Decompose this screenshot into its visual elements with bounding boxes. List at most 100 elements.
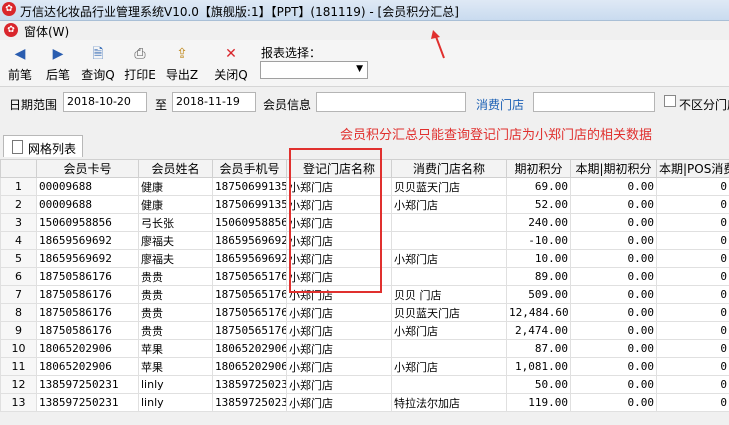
table-cell[interactable]: 小郑门店 (391, 195, 507, 214)
menu-window[interactable]: 窗体(W) (24, 23, 69, 40)
table-cell[interactable]: 健康 (138, 177, 213, 196)
column-header-register-store[interactable]: 登记门店名称 (286, 159, 392, 178)
date-from-field[interactable]: 2018-10-20 (63, 92, 147, 112)
table-cell[interactable]: 50.00 (506, 375, 571, 394)
table-cell[interactable]: 廖福夫 (138, 231, 213, 250)
table-cell[interactable]: 小郑门店 (286, 303, 392, 322)
export-button[interactable]: ⇪ 导出Z (164, 44, 200, 84)
table-cell[interactable]: 0 (656, 321, 729, 340)
table-cell[interactable]: 18750565176 (212, 321, 287, 340)
table-cell[interactable]: 小郑门店 (286, 393, 392, 412)
table-cell[interactable]: 0.00 (570, 375, 657, 394)
table-row[interactable]: 1 00009688 健康 18750699135 小郑门店 贝贝蓝天门店 69.00 0.0… (0, 177, 729, 196)
close-button[interactable]: ✕ 关闭Q (213, 44, 249, 84)
table-cell[interactable]: 苹果 (138, 357, 213, 376)
table-cell[interactable]: 0 (656, 249, 729, 268)
table-cell[interactable]: 弓长张 (138, 213, 213, 232)
table-cell[interactable]: 小郑门店 (286, 321, 392, 340)
table-cell[interactable]: 0 (656, 267, 729, 286)
table-cell[interactable]: 小郑门店 (286, 375, 392, 394)
column-header-opening-points[interactable]: 期初积分 (506, 159, 571, 178)
table-row[interactable]: 2 00009688 健康 18750699135 小郑门店 小郑门店 52.00 0.00 0 (0, 195, 729, 214)
table-cell[interactable]: 0.00 (570, 393, 657, 412)
member-info-field[interactable] (316, 92, 466, 112)
table-cell[interactable]: 廖福夫 (138, 249, 213, 268)
row-index-cell[interactable]: 13 (0, 393, 37, 412)
table-cell[interactable]: 0.00 (570, 339, 657, 358)
table-cell[interactable]: 0 (656, 357, 729, 376)
table-cell[interactable]: 18750586176 (36, 321, 139, 340)
print-button[interactable]: ⎙ 打印E (122, 44, 158, 84)
table-cell[interactable]: 小郑门店 (286, 195, 392, 214)
table-row[interactable]: 12 138597250231 linly 13859725023 小郑门店 50.00 0… (0, 375, 729, 394)
table-cell[interactable]: 小郑门店 (286, 213, 392, 232)
table-cell[interactable]: 18659569692 (212, 231, 287, 250)
table-cell[interactable]: 18750586176 (36, 285, 139, 304)
table-cell[interactable]: 0.00 (570, 357, 657, 376)
table-cell[interactable]: 贵贵 (138, 321, 213, 340)
column-header-member-name[interactable]: 会员姓名 (138, 159, 213, 178)
table-cell[interactable]: 0.00 (570, 303, 657, 322)
query-button[interactable]: 🗎 查询Q (80, 44, 116, 84)
row-index-cell[interactable]: 2 (0, 195, 37, 214)
table-cell[interactable]: 小郑门店 (286, 177, 392, 196)
table-cell[interactable]: 509.00 (506, 285, 571, 304)
table-cell[interactable]: 13859725023 (212, 375, 287, 394)
store-link[interactable]: 消费门店 (476, 96, 524, 113)
table-cell[interactable]: 贝贝 门店 (391, 285, 507, 304)
table-cell[interactable]: 18659569692 (212, 249, 287, 268)
table-cell[interactable]: 18659569692 (36, 231, 139, 250)
table-cell[interactable]: 0.00 (570, 231, 657, 250)
row-index-cell[interactable]: 5 (0, 249, 37, 268)
table-cell[interactable]: 贝贝蓝天门店 (391, 177, 507, 196)
table-cell[interactable] (391, 375, 507, 394)
table-cell[interactable]: 138597250231 (36, 375, 139, 394)
table-cell[interactable]: 苹果 (138, 339, 213, 358)
table-cell[interactable]: 健康 (138, 195, 213, 214)
table-cell[interactable]: linly (138, 375, 213, 394)
table-cell[interactable]: 特拉法尔加店 (391, 393, 507, 412)
row-index-cell[interactable]: 11 (0, 357, 37, 376)
table-cell[interactable]: -10.00 (506, 231, 571, 250)
table-row[interactable]: 5 18659569692 廖福夫 18659569692 小郑门店 小郑门店 10.00 0… (0, 249, 729, 268)
table-cell[interactable]: 小郑门店 (286, 285, 392, 304)
table-cell[interactable]: 1,081.00 (506, 357, 571, 376)
store-field[interactable] (533, 92, 655, 112)
table-cell[interactable]: 小郑门店 (286, 231, 392, 250)
table-cell[interactable]: 10.00 (506, 249, 571, 268)
table-row[interactable]: 10 18065202906 苹果 18065202906 小郑门店 87.00 0.00 0 (0, 339, 729, 358)
table-row[interactable]: 4 18659569692 廖福夫 18659569692 小郑门店 -10.00 0.00… (0, 231, 729, 250)
table-row[interactable]: 13 138597250231 linly 13859725023 小郑门店 特拉法尔加店… (0, 393, 729, 412)
table-cell[interactable]: 贵贵 (138, 267, 213, 286)
table-cell[interactable]: 贝贝蓝天门店 (391, 303, 507, 322)
table-cell[interactable]: 0 (656, 285, 729, 304)
row-index-cell[interactable]: 9 (0, 321, 37, 340)
table-cell[interactable]: 18065202906 (36, 357, 139, 376)
table-cell[interactable]: 00009688 (36, 195, 139, 214)
table-cell[interactable]: 69.00 (506, 177, 571, 196)
table-cell[interactable]: 0 (656, 213, 729, 232)
table-cell[interactable]: 18065202906 (212, 357, 287, 376)
table-cell[interactable]: 89.00 (506, 267, 571, 286)
table-cell[interactable]: 0 (656, 303, 729, 322)
table-row[interactable]: 9 18750586176 贵贵 18750565176 小郑门店 小郑门店 2,474.0… (0, 321, 729, 340)
row-index-cell[interactable]: 6 (0, 267, 37, 286)
table-cell[interactable]: 贵贵 (138, 303, 213, 322)
table-row[interactable]: 8 18750586176 贵贵 18750565176 小郑门店 贝贝蓝天门店 12,48… (0, 303, 729, 322)
table-cell[interactable]: 0 (656, 195, 729, 214)
table-cell[interactable]: 0.00 (570, 213, 657, 232)
table-cell[interactable]: 18750699135 (212, 177, 287, 196)
next-button[interactable]: ▶ 后笔 (40, 44, 76, 84)
table-cell[interactable]: 13859725023 (212, 393, 287, 412)
table-cell[interactable]: 00009688 (36, 177, 139, 196)
table-cell[interactable]: 0.00 (570, 195, 657, 214)
no-split-store-checkbox[interactable] (664, 95, 676, 107)
table-row[interactable]: 11 18065202906 苹果 18065202906 小郑门店 小郑门店 1,081.… (0, 357, 729, 376)
table-cell[interactable]: 0.00 (570, 249, 657, 268)
table-cell[interactable]: 18750586176 (36, 303, 139, 322)
table-cell[interactable]: 0 (656, 231, 729, 250)
table-cell[interactable]: 15060958856 (212, 213, 287, 232)
table-cell[interactable]: 18750565176 (212, 303, 287, 322)
table-cell[interactable]: 0.00 (570, 177, 657, 196)
table-cell[interactable]: 小郑门店 (391, 321, 507, 340)
